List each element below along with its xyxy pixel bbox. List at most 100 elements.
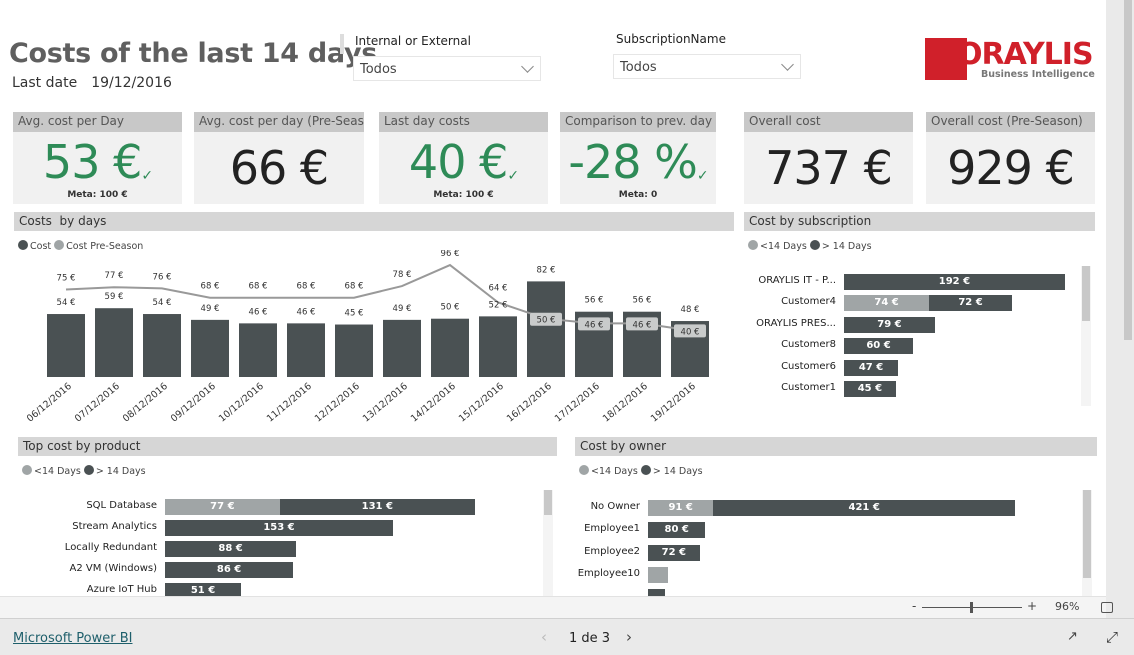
- bar-segment[interactable]: 80 €: [648, 522, 706, 539]
- cost-bar[interactable]: [143, 314, 181, 377]
- owner-scrollbar[interactable]: [1082, 490, 1092, 596]
- product-scrollbar[interactable]: [543, 490, 553, 596]
- bar-segment[interactable]: 51 €: [165, 583, 241, 596]
- footer: Microsoft Power BI ‹ 1 de 3 › ↗ ⤢: [0, 618, 1134, 655]
- cost-bar[interactable]: [287, 323, 325, 377]
- x-tick-label: 19/12/2016: [649, 381, 698, 425]
- zoom-in-button[interactable]: +: [1027, 599, 1037, 613]
- kpi-meta: Meta: 100 €: [433, 190, 494, 200]
- category-label: Locally Redundant: [64, 542, 157, 553]
- slicer-label-internal-external: Internal or External: [355, 34, 471, 48]
- bar-segment[interactable]: 77 €: [165, 499, 280, 515]
- kpi-value-text: 53 €: [42, 135, 142, 189]
- x-tick-label: 15/12/2016: [457, 381, 506, 425]
- internal-external-dropdown[interactable]: Todos: [353, 56, 541, 81]
- dropdown-value: Todos: [620, 60, 657, 75]
- kpi-value: 53 €✓: [13, 134, 182, 190]
- chevron-down-icon: [521, 60, 534, 73]
- kpi-value-text: 66 €: [229, 141, 329, 195]
- category-label: Customer4: [781, 296, 836, 308]
- category-label: Customer6: [781, 360, 836, 372]
- category-label: Customer1: [781, 382, 836, 393]
- page-scrollbar-thumb[interactable]: [1124, 0, 1132, 340]
- subscription-dropdown[interactable]: Todos: [613, 54, 801, 79]
- cost-bar[interactable]: [431, 318, 469, 377]
- x-tick-label: 18/12/2016: [601, 381, 650, 425]
- zoom-slider-thumb[interactable]: [970, 602, 973, 613]
- legend-item[interactable]: > 14 Days: [822, 241, 872, 252]
- legend-item[interactable]: <14 Days: [760, 241, 807, 252]
- cost-bar[interactable]: [191, 319, 229, 377]
- legend-item[interactable]: > 14 Days: [96, 466, 146, 477]
- x-tick-label: 10/12/2016: [217, 381, 266, 425]
- cost-bar[interactable]: [527, 281, 565, 377]
- x-tick-label: 09/12/2016: [169, 381, 218, 425]
- kpi-value: -28 %✓: [560, 134, 716, 190]
- legend-item[interactable]: > 14 Days: [653, 466, 703, 477]
- prev-page-icon[interactable]: ‹: [541, 628, 547, 646]
- cost-bar[interactable]: [239, 323, 277, 377]
- bar-segment[interactable]: 421 €: [713, 500, 1016, 516]
- bar-segment[interactable]: 47 €: [844, 359, 899, 376]
- cost-data-label: 52 €: [489, 300, 508, 310]
- fit-to-page-icon[interactable]: [1101, 602, 1113, 613]
- category-label: Azure IoT Hub: [86, 584, 157, 595]
- kpi-value-text: 929 €: [947, 141, 1075, 195]
- scrollbar-thumb[interactable]: [1083, 490, 1091, 578]
- bar-segment[interactable]: 86 €: [165, 562, 294, 578]
- checkmark-icon: ✓: [141, 168, 153, 184]
- legend-dot-icon: [640, 465, 651, 475]
- bar-segment[interactable]: 153 €: [165, 520, 393, 536]
- cost-data-label: 46 €: [297, 307, 316, 317]
- page-scrollbar[interactable]: [1106, 0, 1134, 618]
- pre-season-data-label: 96 €: [441, 250, 460, 259]
- bar-segment[interactable]: 79 €: [844, 316, 935, 333]
- cost-data-label: 50 €: [441, 303, 460, 313]
- costs-by-days-chart: 54 € 75 € 06/12/2016 59 € 77 € 07/12/2016 54 €…: [25, 250, 709, 425]
- zoom-out-button[interactable]: -: [912, 599, 916, 613]
- legend-item[interactable]: <14 Days: [34, 466, 81, 477]
- subscription-scrollbar[interactable]: [1081, 266, 1091, 406]
- bar-segment[interactable]: 131 €: [279, 499, 475, 515]
- pre-season-data-label: 75 €: [57, 274, 76, 284]
- pre-season-data-label: 46 €: [585, 320, 604, 330]
- bar-segment[interactable]: 88 €: [165, 541, 297, 557]
- next-page-icon[interactable]: ›: [626, 628, 632, 646]
- bar-segment[interactable]: 72 €: [648, 544, 700, 561]
- kpi-card: Comparison to prev. day -28 %✓ Meta: 0: [560, 112, 716, 204]
- kpi-title: Comparison to prev. day: [560, 112, 716, 132]
- pre-season-data-label: 50 €: [537, 316, 556, 326]
- cost-bar[interactable]: [335, 324, 373, 377]
- bar-segment[interactable]: 74 €: [844, 295, 930, 312]
- category-label: No Owner: [590, 501, 640, 512]
- cost-bar[interactable]: [47, 314, 85, 377]
- bar-segment[interactable]: 192 €: [844, 274, 1065, 290]
- x-tick-label: 12/12/2016: [313, 381, 362, 425]
- cost-bar[interactable]: [95, 308, 133, 377]
- power-bi-link[interactable]: Microsoft Power BI: [13, 631, 132, 646]
- x-tick-label: 07/12/2016: [73, 381, 122, 425]
- checkmark-icon: ✓: [507, 168, 519, 184]
- fullscreen-icon[interactable]: ⤢: [1106, 628, 1118, 646]
- share-icon[interactable]: ↗: [1067, 629, 1078, 644]
- bar-segment[interactable]: 91 €: [648, 500, 714, 516]
- bar-segment[interactable]: [648, 566, 669, 583]
- cost-bar[interactable]: [383, 319, 421, 377]
- bar-segment[interactable]: 45 €: [844, 381, 896, 397]
- pre-season-data-label: 77 €: [105, 271, 124, 281]
- bar-segment[interactable]: 72 €: [929, 295, 1012, 312]
- page-title: Costs of the last 14 days: [9, 38, 378, 69]
- x-tick-label: 08/12/2016: [121, 381, 170, 425]
- pre-season-data-label: 68 €: [249, 282, 268, 292]
- x-tick-label: 16/12/2016: [505, 381, 554, 425]
- checkmark-icon: ✓: [696, 168, 709, 184]
- scrollbar-thumb[interactable]: [544, 490, 552, 515]
- bar-segment[interactable]: [648, 589, 666, 596]
- category-label: SQL Database: [86, 500, 157, 511]
- bar-segment[interactable]: 60 €: [844, 338, 913, 355]
- x-tick-label: 14/12/2016: [409, 381, 458, 425]
- cost-bar[interactable]: [479, 316, 517, 377]
- legend-item[interactable]: <14 Days: [591, 466, 638, 477]
- kpi-title: Avg. cost per Day: [13, 112, 182, 132]
- scrollbar-thumb[interactable]: [1082, 266, 1090, 321]
